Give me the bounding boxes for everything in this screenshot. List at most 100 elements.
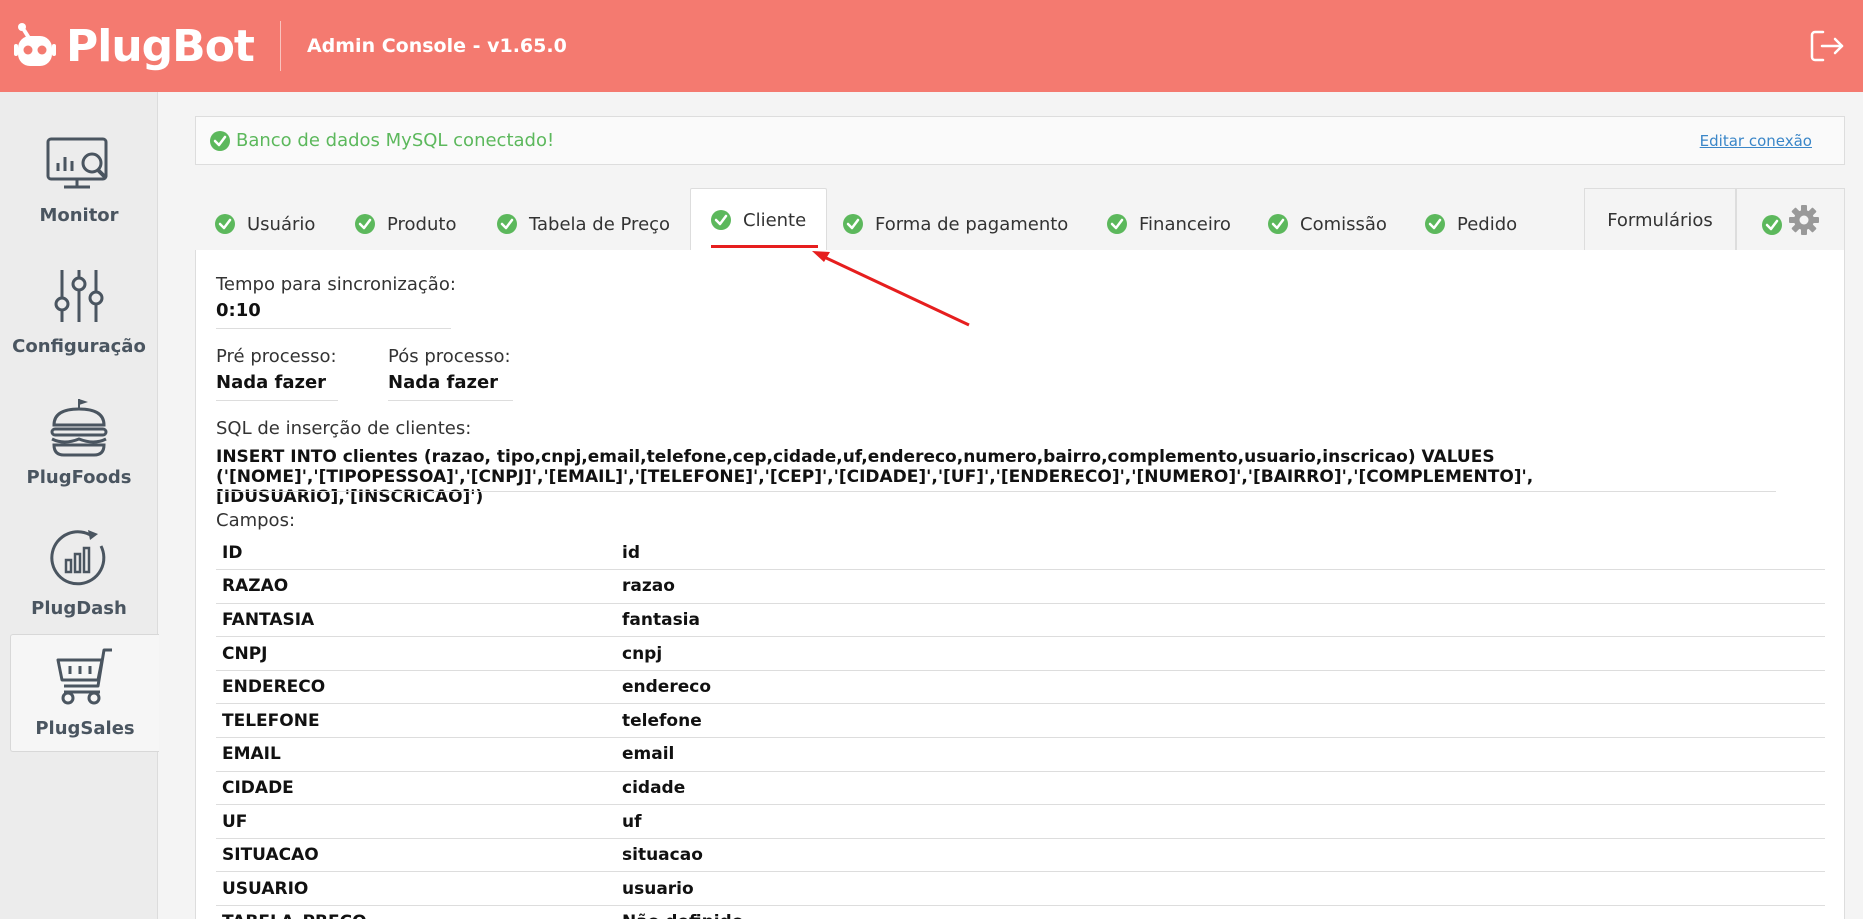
check-circle-icon xyxy=(355,214,375,234)
tab-label: Comissão xyxy=(1300,213,1387,235)
tab-financeiro[interactable]: Financeiro xyxy=(1107,198,1231,250)
active-tab-highlight xyxy=(711,245,818,248)
table-row: USUARIO usuario xyxy=(216,871,1825,907)
field-name-cell: UF xyxy=(216,804,616,839)
post-process-underline xyxy=(388,400,513,401)
table-row: TELEFONE telefone xyxy=(216,703,1825,739)
sql-label: SQL de inserção de clientes: xyxy=(216,418,472,439)
burger-icon xyxy=(50,399,108,457)
post-process-value[interactable]: Nada fazer xyxy=(388,372,498,393)
field-mapping-cell[interactable]: cnpj xyxy=(616,636,1825,671)
tab-forma-de-pagamento[interactable]: Forma de pagamento xyxy=(843,198,1068,250)
sidebar: Monitor Configuração PlugFoods PlugDash … xyxy=(0,92,159,919)
check-circle-icon xyxy=(711,210,731,230)
check-circle-icon xyxy=(843,214,863,234)
tab-produto[interactable]: Produto xyxy=(355,198,456,250)
tab-cliente[interactable]: Cliente xyxy=(690,188,828,252)
tab-label: Usuário xyxy=(247,213,316,235)
campos-table: ID id RAZAO razao FANTASIA fantasia CNPJ cnpj EN… xyxy=(216,536,1825,919)
tab-pedido[interactable]: Pedido xyxy=(1425,198,1517,250)
field-name-cell: TELEFONE xyxy=(216,703,616,739)
sql-insert-field[interactable]: INSERT INTO clientes (razao, tipo,cnpj,e… xyxy=(216,447,1776,507)
sidebar-item-configuracao[interactable]: Configuração xyxy=(0,251,158,369)
sliders-icon xyxy=(54,270,104,322)
sync-time-label: Tempo para sincronização: xyxy=(216,274,456,295)
field-mapping-cell[interactable]: cidade xyxy=(616,771,1825,806)
robot-icon xyxy=(14,23,56,66)
sidebar-item-label: Configuração xyxy=(12,336,146,357)
field-mapping-cell[interactable]: usuario xyxy=(616,871,1825,907)
table-row: ENDERECO endereco xyxy=(216,670,1825,705)
table-row: FANTASIA fantasia xyxy=(216,603,1825,638)
field-name-cell: ENDERECO xyxy=(216,670,616,705)
edit-connection-link[interactable]: Editar conexão xyxy=(1700,132,1812,150)
tab-label: Forma de pagamento xyxy=(875,213,1069,235)
table-row: RAZAO razao xyxy=(216,569,1825,604)
field-mapping-cell[interactable]: endereco xyxy=(616,670,1825,705)
tab-label: Formulários xyxy=(1607,209,1713,231)
field-mapping-cell[interactable]: uf xyxy=(616,804,1825,839)
campos-label: Campos: xyxy=(216,510,296,531)
check-circle-icon xyxy=(1107,214,1127,234)
field-name-cell: EMAIL xyxy=(216,737,616,772)
field-name-cell: ID xyxy=(216,536,616,571)
header-divider xyxy=(279,21,281,71)
table-row: CNPJ cnpj xyxy=(216,636,1825,671)
tab-label: Financeiro xyxy=(1139,213,1231,235)
table-row: ID id xyxy=(216,536,1825,571)
field-name-cell: CNPJ xyxy=(216,636,616,671)
pre-process-value[interactable]: Nada fazer xyxy=(216,372,326,393)
field-mapping-cell[interactable]: situacao xyxy=(616,838,1825,873)
tab-tabela-de-preco[interactable]: Tabela de Preço xyxy=(497,198,670,250)
check-circle-icon xyxy=(1761,215,1782,235)
field-name-cell: RAZAO xyxy=(216,569,616,604)
tab-bar: Usuário Produto Tabela de Preço Cliente … xyxy=(195,188,1845,252)
sync-time-value[interactable]: 0:10 xyxy=(216,300,261,321)
dashboard-chart-icon xyxy=(50,530,106,586)
alert-message: Banco de dados MySQL conectado! xyxy=(236,130,555,151)
field-name-cell: SITUACAO xyxy=(216,838,616,873)
tab-usuario[interactable]: Usuário xyxy=(215,198,315,250)
field-name-cell: FANTASIA xyxy=(216,603,616,638)
sync-time-underline xyxy=(216,328,451,329)
field-mapping-cell[interactable]: razao xyxy=(616,569,1825,604)
gear-icon xyxy=(1788,205,1819,235)
check-circle-icon xyxy=(210,130,230,151)
connection-alert: Banco de dados MySQL conectado! Editar c… xyxy=(195,116,1845,165)
check-circle-icon xyxy=(497,214,517,234)
sidebar-item-plugsales[interactable]: PlugSales xyxy=(10,634,159,752)
table-row: SITUACAO situacao xyxy=(216,838,1825,873)
tab-comissao[interactable]: Comissão xyxy=(1268,198,1387,250)
check-circle-icon xyxy=(215,214,235,234)
tab-label: Cliente xyxy=(743,209,807,231)
logout-icon[interactable] xyxy=(1809,28,1845,64)
app-logo: PlugBot xyxy=(14,21,255,72)
check-circle-icon xyxy=(1425,214,1445,234)
field-mapping-cell[interactable]: fantasia xyxy=(616,603,1825,638)
tab-formularios[interactable]: Formulários xyxy=(1584,188,1736,252)
sidebar-item-label: PlugDash xyxy=(31,598,127,619)
table-row: CIDADE cidade xyxy=(216,771,1825,806)
app-header: PlugBot Admin Console - v1.65.0 xyxy=(0,0,1863,92)
field-mapping-cell[interactable]: Não definido xyxy=(616,905,1825,919)
table-row: EMAIL email xyxy=(216,737,1825,772)
sidebar-item-label: Monitor xyxy=(39,205,119,226)
sidebar-item-label: PlugSales xyxy=(35,718,135,739)
field-name-cell: TABELA_PRECO xyxy=(216,905,616,919)
sql-line-2: ('[NOME]','[TIPOPESSOA]','[CNPJ]','[EMAI… xyxy=(216,467,1534,507)
table-row: TABELA_PRECONão definido xyxy=(216,905,1825,919)
field-mapping-cell[interactable]: telefone xyxy=(616,703,1825,739)
pre-process-label: Pré processo: xyxy=(216,346,337,367)
pre-process-underline xyxy=(216,400,338,401)
sidebar-item-monitor[interactable]: Monitor xyxy=(0,120,158,238)
monitor-chart-icon xyxy=(46,137,108,189)
tab-label: Tabela de Preço xyxy=(529,213,671,235)
sql-underline xyxy=(216,491,1776,492)
sidebar-item-plugdash[interactable]: PlugDash xyxy=(0,513,158,631)
table-row: UF uf xyxy=(216,804,1825,839)
field-mapping-cell[interactable]: email xyxy=(616,737,1825,772)
tab-settings[interactable] xyxy=(1736,188,1845,252)
check-circle-icon xyxy=(1268,214,1288,234)
sidebar-item-plugfoods[interactable]: PlugFoods xyxy=(0,382,158,500)
field-mapping-cell[interactable]: id xyxy=(616,536,1825,571)
